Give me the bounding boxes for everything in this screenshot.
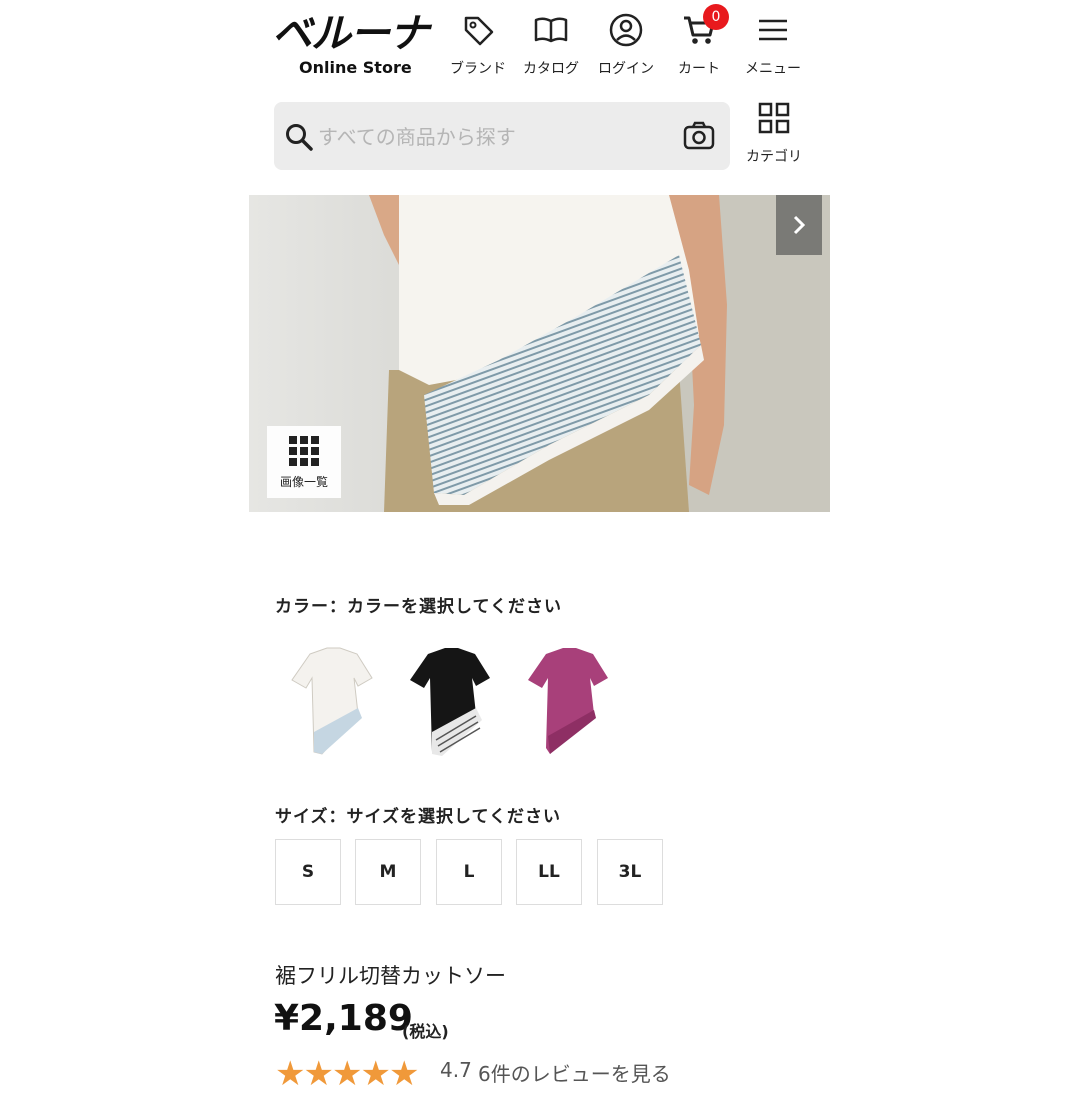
nav-brand-label: ブランド [450,61,506,77]
logo-subtitle: Online Store [299,58,412,77]
image-gallery-button[interactable]: 画像一覧 [267,426,341,498]
tax-note: (税込) [402,1022,449,1041]
nav-cart-label: カート [678,61,720,77]
nav-menu[interactable]: メニュー [735,12,811,78]
cart-badge: 0 [703,4,729,30]
size-option-l[interactable]: L [436,839,502,905]
search-bar [274,102,730,170]
product-name: 裾フリル切替カットソー [275,964,506,988]
chevron-right-icon [793,215,806,235]
camera-icon[interactable] [682,119,716,153]
tag-icon [464,16,494,46]
product-image-carousel[interactable]: 画像一覧 [249,195,830,512]
star-icon: ★ [360,1054,391,1094]
color-swatch-black[interactable] [400,636,500,760]
color-swatch-purple[interactable] [518,636,618,760]
size-option-m[interactable]: M [355,839,421,905]
product-price: ¥2,189 [274,998,413,1039]
search-input[interactable] [316,116,660,158]
rating-value: 4.7 [440,1058,472,1082]
grid-dots-icon [289,436,319,466]
logo[interactable]: ベルーナ [272,10,429,58]
nav-catalog-label: カタログ [523,61,579,77]
color-swatch-white[interactable] [282,636,382,760]
rating-stars: ★ ★ ★ ★ ★ [275,1054,420,1094]
user-icon [609,13,643,47]
size-option-s[interactable]: S [275,839,341,905]
size-select-label: サイズ：サイズを選択してください [275,807,561,827]
star-icon: ★ [275,1054,306,1094]
category-label: カテゴリ [746,149,802,165]
nav-catalog[interactable]: カタログ [513,12,589,78]
carousel-next-button[interactable] [776,195,822,255]
nav-login-label: ログイン [598,61,654,77]
star-icon: ★ [388,1054,420,1094]
color-select-label: カラー：カラーを選択してください [275,597,562,617]
category-button[interactable]: カテゴリ [736,102,812,166]
nav-cart[interactable]: 0 カート [661,4,737,78]
star-icon: ★ [331,1054,363,1094]
grid-icon [758,102,790,134]
nav-login[interactable]: ログイン [588,12,664,78]
book-icon [534,17,568,43]
size-option-3l[interactable]: 3L [597,839,663,905]
search-icon[interactable] [284,122,314,152]
nav-menu-label: メニュー [745,61,801,77]
menu-icon [759,19,787,41]
reviews-link[interactable]: 6件のレビューを見る [478,1058,671,1087]
star-icon: ★ [303,1054,334,1094]
image-gallery-label: 画像一覧 [279,475,328,489]
nav-brand[interactable]: ブランド [440,12,516,78]
size-option-ll[interactable]: LL [516,839,582,905]
